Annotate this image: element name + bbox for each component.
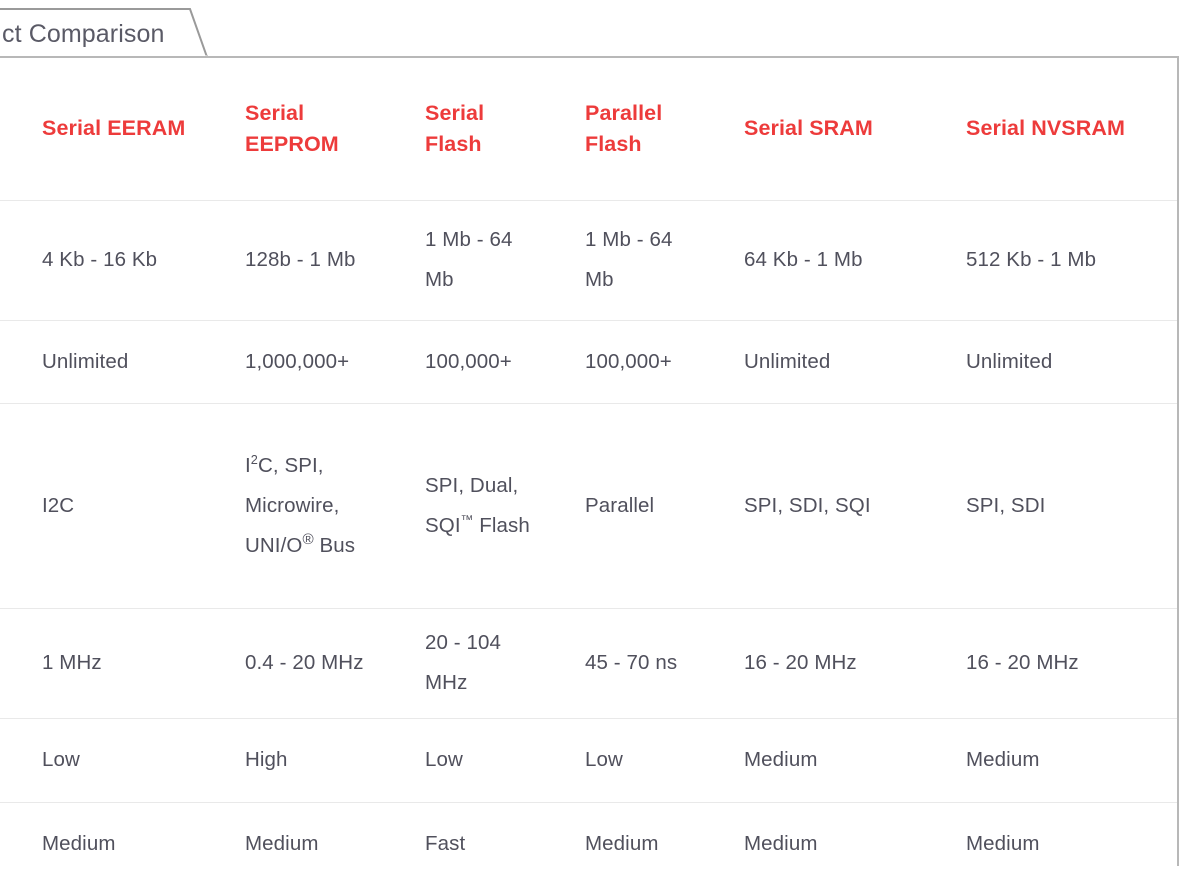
cell-endurance-parallel-flash: 100,000+ — [561, 320, 720, 404]
column-header-serial-sram: Serial SRAM — [720, 58, 942, 201]
cell-access-serial-eeram: Medium — [42, 832, 116, 856]
tab-strip: ct Comparison — [0, 0, 1195, 58]
table-row: Low High Low Low Medium Medium — [0, 718, 1177, 803]
cell-interface-serial-eeram: I2C — [0, 403, 221, 609]
cell-endurance-serial-flash: 100,000+ — [401, 320, 561, 404]
table-row: 4 Kb - 16 Kb 128b - 1 Mb 1 Mb - 64 Mb 1 … — [0, 200, 1177, 321]
cell-endurance-serial-sram: Unlimited — [720, 320, 942, 404]
cell-endurance-serial-eeram: Unlimited — [0, 320, 221, 404]
product-comparison-page: ct Comparison Serial EERAM Serial EEPROM… — [0, 0, 1195, 866]
cell-speed-serial-eeprom: 0.4 - 20 MHz — [221, 608, 401, 719]
table-header-row: Serial EERAM Serial EEPROM Serial Flash … — [0, 58, 1177, 201]
cell-speed-serial-sram: 16 - 20 MHz — [720, 608, 942, 719]
table-row: I2C I2C, SPI, Microwire, UNI/O® Bus SPI,… — [0, 403, 1177, 609]
cell-access-serial-eeprom: Medium — [245, 832, 319, 856]
cell-density-serial-flash: 1 Mb - 64 Mb — [401, 200, 561, 321]
cell-interface-serial-flash: SPI, Dual, SQI™ Flash — [401, 403, 561, 609]
cell-power-serial-sram: Medium — [720, 718, 942, 803]
cell-power-serial-eeprom: High — [221, 718, 401, 803]
cell-interface-serial-eeprom: I2C, SPI, Microwire, UNI/O® Bus — [221, 403, 401, 609]
table-row: Medium Medium Fast Medium Medium Medium — [0, 802, 1177, 886]
cell-density-parallel-flash: 1 Mb - 64 Mb — [561, 200, 720, 321]
column-header-serial-eeram: Serial EERAM — [0, 58, 221, 201]
cell-speed-serial-nvsram: 16 - 20 MHz — [942, 608, 1177, 719]
comparison-panel: Serial EERAM Serial EEPROM Serial Flash … — [0, 56, 1179, 866]
cell-interface-serial-sram: SPI, SDI, SQI — [720, 403, 942, 609]
column-header-serial-nvsram: Serial NVSRAM — [942, 58, 1177, 201]
table-header: Serial EERAM Serial EEPROM Serial Flash … — [0, 58, 1177, 201]
column-header-parallel-flash: Parallel Flash — [561, 58, 720, 201]
column-header-serial-eeprom: Serial EEPROM — [221, 58, 401, 201]
cell-density-serial-nvsram: 512 Kb - 1 Mb — [942, 200, 1177, 321]
cell-interface-parallel-flash: Parallel — [561, 403, 720, 609]
cell-interface-serial-nvsram: SPI, SDI — [942, 403, 1177, 609]
cell-speed-parallel-flash: 45 - 70 ns — [561, 608, 720, 719]
cell-density-serial-eeram: 4 Kb - 16 Kb — [0, 200, 221, 321]
cell-density-serial-sram: 64 Kb - 1 Mb — [720, 200, 942, 321]
cell-speed-serial-flash: 20 - 104 MHz — [401, 608, 561, 719]
cell-power-serial-nvsram: Medium — [942, 718, 1177, 803]
table-body: 4 Kb - 16 Kb 128b - 1 Mb 1 Mb - 64 Mb 1 … — [0, 200, 1177, 886]
tab-label: ct Comparison — [2, 20, 165, 48]
product-comparison-table: Serial EERAM Serial EEPROM Serial Flash … — [0, 58, 1177, 886]
cell-power-parallel-flash: Low — [561, 718, 720, 803]
cell-access-serial-flash: Fast — [425, 832, 466, 856]
cell-endurance-serial-nvsram: Unlimited — [942, 320, 1177, 404]
cell-endurance-serial-eeprom: 1,000,000+ — [221, 320, 401, 404]
cell-power-serial-eeram: Low — [0, 718, 221, 803]
cell-power-serial-flash: Low — [401, 718, 561, 803]
cell-access-serial-sram: Medium — [744, 832, 818, 856]
cell-access-parallel-flash: Medium — [585, 832, 659, 856]
cell-access-serial-nvsram: Medium — [966, 832, 1040, 856]
tab-product-comparison[interactable]: ct Comparison — [0, 8, 208, 58]
table-row: 1 MHz 0.4 - 20 MHz 20 - 104 MHz 45 - 70 … — [0, 608, 1177, 719]
cell-speed-serial-eeram: 1 MHz — [0, 608, 221, 719]
cell-density-serial-eeprom: 128b - 1 Mb — [221, 200, 401, 321]
column-header-serial-flash: Serial Flash — [401, 58, 561, 201]
table-row: Unlimited 1,000,000+ 100,000+ 100,000+ U… — [0, 320, 1177, 404]
